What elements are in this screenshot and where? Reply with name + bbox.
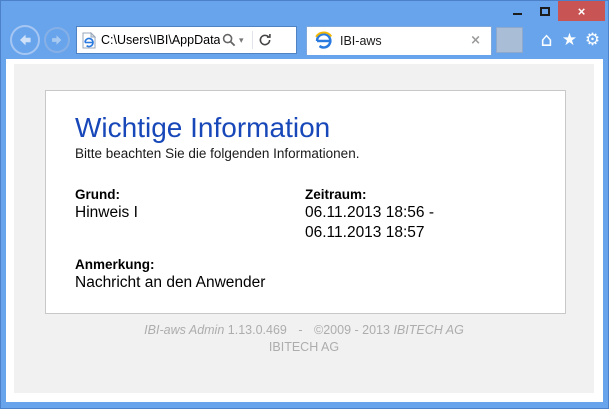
browser-toolbar: C:\Users\IBI\AppData\Roam ▾	[1, 21, 608, 59]
home-icon: ⌂	[540, 29, 552, 51]
footer-line2: IBITECH AG	[14, 339, 594, 355]
ie-page-icon	[82, 32, 96, 49]
anmerkung-label: Anmerkung:	[75, 256, 545, 273]
url-field[interactable]: C:\Users\IBI\AppData\Roam	[101, 33, 220, 47]
zeitraum-label: Zeitraum:	[305, 186, 545, 203]
address-bar[interactable]: C:\Users\IBI\AppData\Roam ▾	[76, 26, 297, 54]
forward-button[interactable]	[44, 27, 70, 53]
star-icon: ★	[562, 30, 577, 50]
footer-company: IBITECH AG	[393, 323, 463, 337]
page-title: Wichtige Information	[75, 112, 545, 144]
gear-icon: ⚙	[585, 30, 600, 50]
anmerkung-value: Nachricht an den Anwender	[75, 273, 545, 293]
back-button[interactable]	[10, 25, 40, 55]
browser-viewport: Wichtige Information Bitte beachten Sie …	[6, 59, 603, 402]
favorites-button[interactable]: ★	[558, 32, 581, 49]
footer-app-name: IBI-aws Admin	[144, 323, 224, 337]
titlebar[interactable]: ×	[1, 1, 608, 21]
close-icon: ×	[578, 4, 586, 19]
home-button[interactable]: ⌂	[535, 31, 558, 50]
footer-separator: -	[298, 323, 302, 337]
settings-button[interactable]: ⚙	[581, 32, 604, 49]
footer-copyright: ©2009 - 2013	[314, 323, 390, 337]
back-arrow-icon	[17, 32, 33, 48]
footer-version: 1.13.0.469	[228, 323, 287, 337]
address-bar-divider	[252, 31, 253, 49]
minimize-icon	[513, 13, 522, 15]
tab-close-button[interactable]: ×	[467, 33, 484, 48]
page-footer: IBI-aws Admin 1.13.0.469 - ©2009 - 2013 …	[14, 322, 594, 355]
info-card: Wichtige Information Bitte beachten Sie …	[45, 90, 566, 314]
browser-tab[interactable]: IBI-aws ×	[306, 26, 492, 55]
search-button[interactable]	[222, 33, 236, 47]
minimize-button[interactable]	[504, 1, 531, 21]
page-body: Wichtige Information Bitte beachten Sie …	[14, 64, 594, 393]
forward-arrow-icon	[50, 33, 64, 47]
grund-label: Grund:	[75, 186, 305, 203]
zeitraum-value-line2: 06.11.2013 18:57	[305, 223, 545, 243]
field-zeitraum: Zeitraum: 06.11.2013 18:56 - 06.11.2013 …	[305, 186, 545, 243]
new-tab-button[interactable]	[496, 27, 523, 53]
zeitraum-value-line1: 06.11.2013 18:56 -	[305, 203, 545, 223]
browser-window: ×	[0, 0, 609, 409]
tab-title: IBI-aws	[340, 34, 467, 48]
footer-line1: IBI-aws Admin 1.13.0.469 - ©2009 - 2013 …	[14, 322, 594, 338]
maximize-button[interactable]	[531, 1, 558, 21]
refresh-button[interactable]	[258, 33, 272, 47]
ie-logo-icon	[314, 31, 333, 50]
grund-value: Hinweis I	[75, 203, 305, 223]
field-grund: Grund: Hinweis I	[75, 186, 305, 243]
close-button[interactable]: ×	[558, 1, 605, 21]
page-subtitle: Bitte beachten Sie die folgenden Informa…	[75, 145, 545, 162]
maximize-icon	[540, 7, 550, 16]
field-anmerkung: Anmerkung: Nachricht an den Anwender	[75, 256, 545, 293]
autocomplete-caret-icon[interactable]: ▾	[239, 36, 244, 46]
